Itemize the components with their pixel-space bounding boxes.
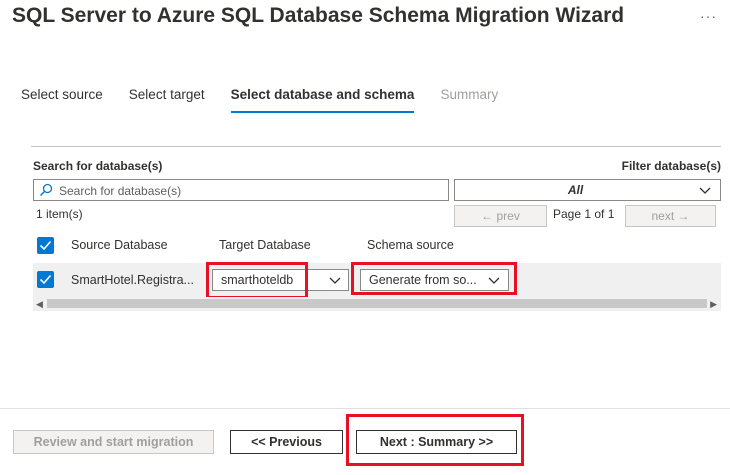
search-placeholder: Search for database(s) bbox=[59, 184, 182, 198]
items-count: 1 item(s) bbox=[36, 207, 83, 221]
previous-button[interactable]: << Previous bbox=[230, 430, 343, 454]
tab-select-source[interactable]: Select source bbox=[21, 87, 103, 113]
target-database-highlight bbox=[206, 262, 308, 299]
page-info: Page 1 of 1 bbox=[553, 207, 615, 221]
footer-divider bbox=[0, 408, 730, 409]
filter-dropdown[interactable]: All bbox=[454, 179, 721, 201]
filter-label: Filter database(s) bbox=[621, 159, 721, 173]
schema-source-highlight bbox=[351, 262, 517, 295]
filter-value: All bbox=[567, 183, 584, 197]
chevron-down-icon bbox=[699, 187, 711, 194]
column-header-source: Source Database bbox=[71, 238, 168, 252]
wizard-title: SQL Server to Azure SQL Database Schema … bbox=[12, 4, 625, 27]
select-all-checkbox[interactable] bbox=[37, 237, 54, 254]
tab-summary: Summary bbox=[440, 87, 499, 102]
next-page-button[interactable]: next → bbox=[625, 205, 716, 227]
source-database-cell: SmartHotel.Registra... bbox=[71, 273, 194, 287]
tab-select-target[interactable]: Select target bbox=[129, 87, 205, 113]
checkmark-icon bbox=[39, 274, 52, 285]
column-header-schema: Schema source bbox=[367, 238, 454, 252]
more-options-icon[interactable]: ··· bbox=[700, 8, 717, 24]
review-and-start-migration-button[interactable]: Review and start migration bbox=[13, 430, 214, 454]
horizontal-scrollbar[interactable]: ◀ ▶ bbox=[33, 297, 721, 311]
search-input[interactable]: Search for database(s) bbox=[33, 179, 449, 201]
tab-select-database-and-schema[interactable]: Select database and schema bbox=[230, 87, 415, 113]
wizard-tabs: Select source Select target Select datab… bbox=[21, 87, 524, 113]
column-header-target: Target Database bbox=[219, 238, 311, 252]
scrollbar-thumb[interactable] bbox=[47, 299, 707, 308]
search-label: Search for database(s) bbox=[33, 159, 163, 173]
row-checkbox[interactable] bbox=[37, 271, 54, 288]
search-icon bbox=[40, 183, 53, 196]
next-button-highlight bbox=[346, 414, 524, 466]
prev-page-button[interactable]: ← prev bbox=[454, 205, 547, 227]
checkmark-icon bbox=[39, 240, 52, 251]
scroll-right-icon[interactable]: ▶ bbox=[710, 299, 717, 310]
chevron-down-icon bbox=[329, 277, 341, 284]
scroll-left-icon[interactable]: ◀ bbox=[36, 299, 43, 310]
